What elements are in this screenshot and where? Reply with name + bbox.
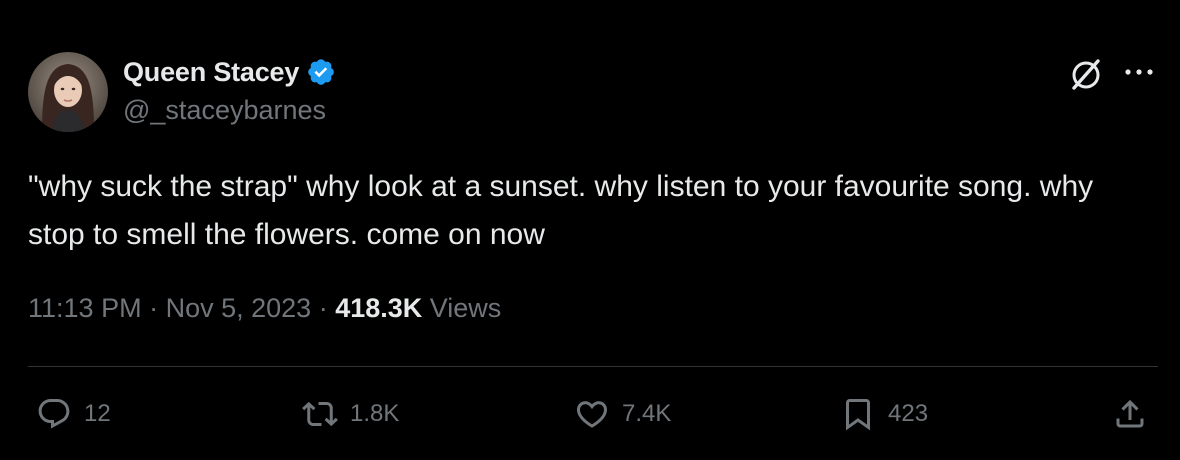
tweet-date[interactable]: Nov 5, 2023 <box>166 293 312 323</box>
tweet-text: "why suck the strap" why look at a sunse… <box>28 170 1094 251</box>
share-icon <box>1116 399 1144 428</box>
reply-icon <box>38 399 70 429</box>
avatar-image <box>28 52 108 132</box>
verified-badge-icon <box>308 59 334 85</box>
share-button[interactable] <box>1112 394 1148 434</box>
reply-button[interactable]: 12 <box>36 394 111 434</box>
bookmark-icon <box>846 399 870 431</box>
meta-separator: · <box>141 293 166 323</box>
like-count: 7.4K <box>622 400 672 427</box>
bookmark-button[interactable]: 423 <box>840 394 928 434</box>
repost-icon <box>302 401 338 427</box>
divider <box>28 366 1158 367</box>
meta-separator: · <box>311 293 336 323</box>
tweet-card: Queen Stacey @_staceybarnes "why suck th… <box>0 0 1180 460</box>
tweet-time[interactable]: 11:13 PM <box>28 293 142 323</box>
author-handle[interactable]: @_staceybarnes <box>123 95 326 126</box>
like-button[interactable]: 7.4K <box>574 394 671 434</box>
tweet-meta: 11:13 PM · Nov 5, 2023 · 418.3K Views <box>28 293 501 324</box>
views-count[interactable]: 418.3K <box>335 293 422 323</box>
bookmark-count: 423 <box>888 400 929 427</box>
display-name[interactable]: Queen Stacey <box>123 57 299 88</box>
reply-count: 12 <box>84 400 111 427</box>
avatar[interactable] <box>28 52 108 132</box>
author-name-row[interactable]: Queen Stacey <box>123 54 336 90</box>
more-icon[interactable] <box>1122 60 1156 84</box>
grok-icon[interactable] <box>1066 54 1106 94</box>
views-label: Views <box>422 293 502 323</box>
repost-count: 1.8K <box>350 400 400 427</box>
heart-icon <box>576 401 608 428</box>
repost-button[interactable]: 1.8K <box>302 394 399 434</box>
